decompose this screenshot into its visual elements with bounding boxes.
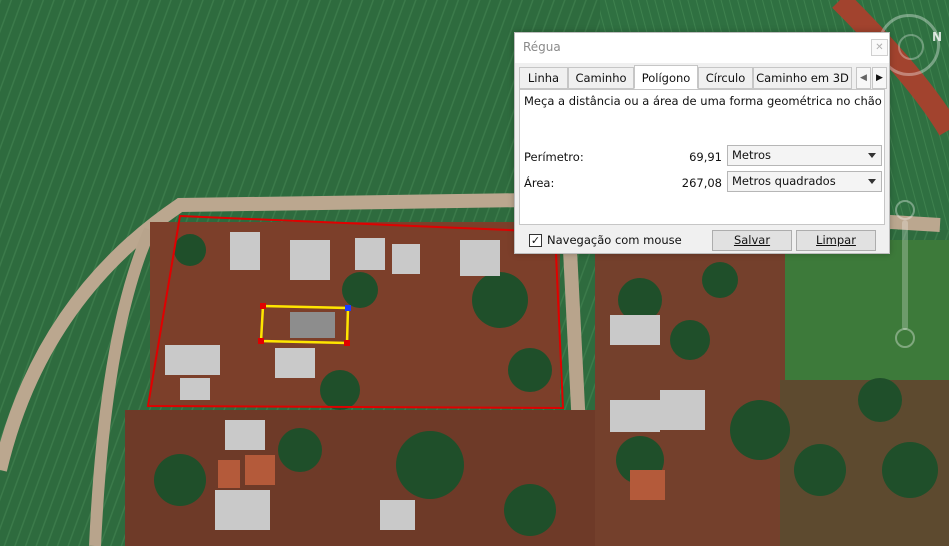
ruler-dialog: Régua ✕ Linha Caminho Polígono Círculo C… <box>514 32 890 254</box>
save-button-label: Salvar <box>733 233 771 247</box>
area-label: Área: <box>524 176 555 190</box>
zoom-in-icon[interactable] <box>895 200 915 220</box>
zoom-track[interactable] <box>902 220 908 330</box>
area-unit-select[interactable]: Metros quadrados <box>727 171 882 192</box>
clear-button-label: Limpar <box>816 233 856 247</box>
polygon-vertex[interactable] <box>260 303 266 309</box>
chevron-right-icon[interactable]: ▶ <box>872 67 887 89</box>
tab-bar: Linha Caminho Polígono Círculo Caminho e… <box>519 65 887 90</box>
polygon-panel: Meça a distância ou a área de uma forma … <box>519 89 885 225</box>
area-value: 267,08 <box>681 176 722 190</box>
perimeter-unit: Metros <box>732 148 772 162</box>
perimeter-label: Perímetro: <box>524 150 584 164</box>
clear-button[interactable]: Limpar <box>796 230 876 251</box>
tab-caminho-3d[interactable]: Caminho em 3D <box>753 67 852 89</box>
mouse-navigation-checkbox[interactable]: ✓ <box>529 234 542 247</box>
polygon-vertex[interactable] <box>344 340 350 346</box>
north-indicator[interactable]: N <box>932 30 946 44</box>
chevron-down-icon <box>868 153 876 158</box>
area-unit: Metros quadrados <box>732 174 836 188</box>
zoom-slider[interactable] <box>895 200 915 350</box>
mouse-navigation-label[interactable]: Navegação com mouse <box>547 233 682 247</box>
tab-circulo[interactable]: Círculo <box>698 67 753 89</box>
dialog-title: Régua <box>523 40 561 54</box>
close-icon[interactable]: ✕ <box>871 39 888 56</box>
perimeter-value: 69,91 <box>689 150 722 164</box>
perimeter-unit-select[interactable]: Metros <box>727 145 882 166</box>
tab-linha[interactable]: Linha <box>519 67 568 89</box>
tab-caminho[interactable]: Caminho <box>568 67 634 89</box>
dialog-title-bar[interactable]: Régua ✕ <box>515 33 889 63</box>
polygon-vertex[interactable] <box>258 338 264 344</box>
polygon-vertex-active[interactable] <box>345 305 351 311</box>
chevron-down-icon <box>868 179 876 184</box>
tab-poligono[interactable]: Polígono <box>634 65 698 89</box>
chevron-left-icon[interactable]: ◀ <box>856 67 871 89</box>
save-button[interactable]: Salvar <box>712 230 792 251</box>
zoom-out-icon[interactable] <box>895 328 915 348</box>
panel-description: Meça a distância ou a área de uma forma … <box>524 94 882 108</box>
